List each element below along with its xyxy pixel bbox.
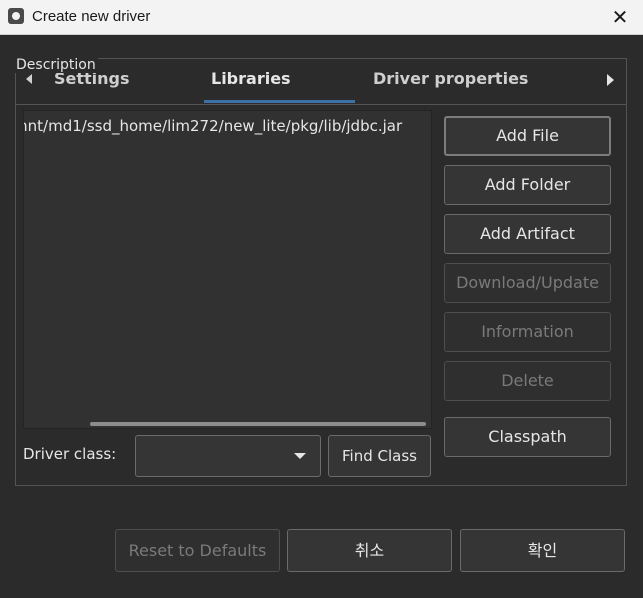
add-file-button[interactable]: Add File: [444, 116, 611, 156]
driver-class-combobox[interactable]: [135, 435, 321, 477]
library-list[interactable]: /mnt/md1/ssd_home/lim272/new_lite/pkg/li…: [23, 110, 432, 429]
add-artifact-button[interactable]: Add Artifact: [444, 214, 611, 254]
find-class-button[interactable]: Find Class: [328, 435, 431, 477]
reset-defaults-button[interactable]: Reset to Defaults: [115, 529, 280, 572]
libraries-panel: /mnt/md1/ssd_home/lim272/new_lite/pkg/li…: [15, 104, 627, 486]
ok-button[interactable]: 확인: [460, 529, 625, 572]
tab-scroll-right-icon[interactable]: [607, 74, 614, 86]
description-label: Description: [14, 57, 98, 73]
classpath-button[interactable]: Classpath: [444, 417, 611, 457]
download-update-button[interactable]: Download/Update: [444, 263, 611, 303]
tab-driver-properties[interactable]: Driver properties: [373, 69, 528, 88]
tab-bar: Settings Libraries Driver properties: [15, 58, 627, 105]
library-item[interactable]: /mnt/md1/ssd_home/lim272/new_lite/pkg/li…: [24, 117, 402, 135]
tab-libraries[interactable]: Libraries: [211, 69, 291, 88]
tab-scroll-left-icon[interactable]: [26, 74, 32, 84]
active-tab-indicator: [204, 100, 355, 103]
cancel-button[interactable]: 취소: [287, 529, 452, 572]
add-folder-button[interactable]: Add Folder: [444, 165, 611, 205]
create-driver-dialog: Description Settings Libraries Driver pr…: [0, 35, 643, 598]
driver-class-label: Driver class:: [23, 445, 117, 463]
information-button[interactable]: Information: [444, 312, 611, 352]
horizontal-scrollbar[interactable]: [24, 420, 431, 428]
title-bar: Create new driver ✕: [0, 0, 643, 35]
window-title: Create new driver: [32, 8, 151, 25]
chevron-down-icon[interactable]: [294, 453, 306, 459]
scrollbar-thumb[interactable]: [90, 422, 426, 426]
close-icon[interactable]: ✕: [607, 4, 633, 30]
app-icon: [8, 8, 24, 24]
delete-button[interactable]: Delete: [444, 361, 611, 401]
